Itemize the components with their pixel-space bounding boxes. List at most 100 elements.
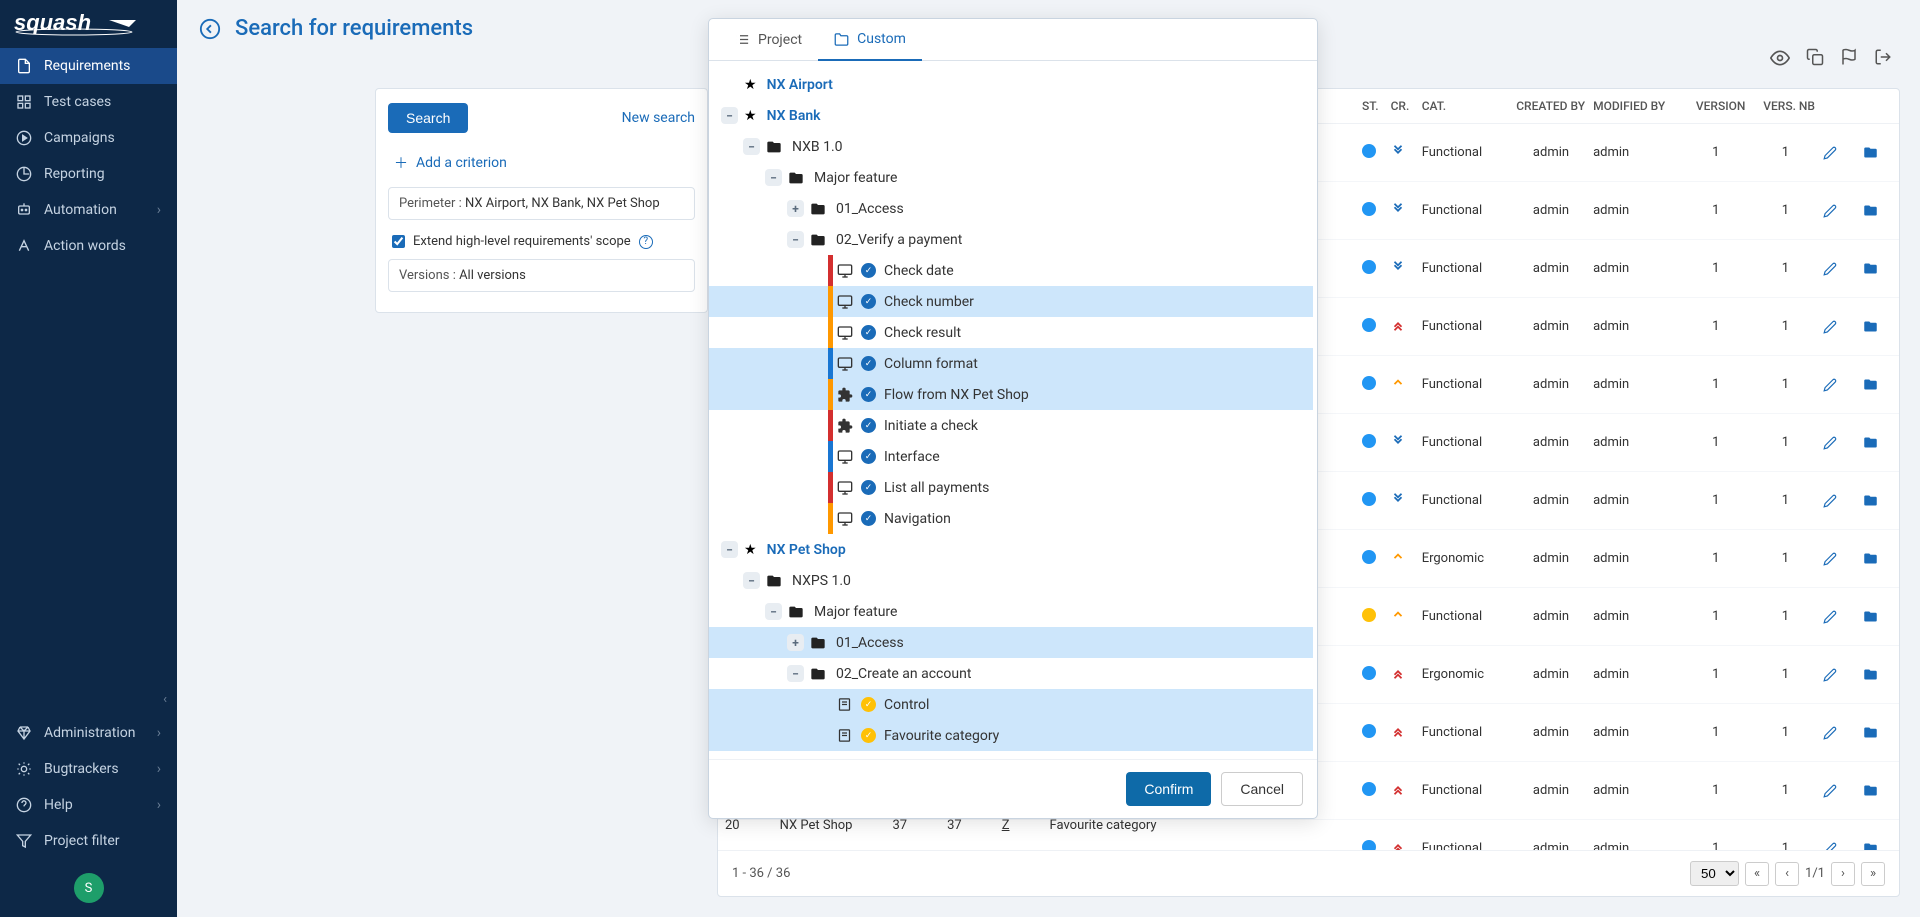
collapse-icon[interactable]: −: [743, 138, 760, 155]
perimeter-criterion[interactable]: Perimeter : NX Airport, NX Bank, NX Pet …: [388, 187, 695, 220]
page-prev[interactable]: ‹: [1775, 862, 1799, 886]
tree-node[interactable]: +01_Access: [709, 193, 1313, 224]
cancel-button[interactable]: Cancel: [1221, 772, 1303, 806]
folder-open-icon[interactable]: [1863, 826, 1895, 850]
expand-icon[interactable]: +: [787, 634, 804, 651]
edit-icon[interactable]: [1823, 189, 1855, 233]
flag-icon[interactable]: [1840, 48, 1858, 68]
tree-node[interactable]: ✓Initiate a check: [709, 410, 1313, 441]
edit-icon[interactable]: [1823, 653, 1855, 697]
col-vers-nb[interactable]: VERS. NB: [1749, 89, 1819, 124]
page-next[interactable]: ›: [1831, 862, 1855, 886]
page-size-select[interactable]: 50: [1690, 861, 1739, 886]
col-version[interactable]: VERSION: [1682, 89, 1749, 124]
folder-open-icon[interactable]: [1863, 594, 1895, 639]
tree-node[interactable]: ✓Interface: [709, 441, 1313, 472]
tree-node[interactable]: ✓Check result: [709, 317, 1313, 348]
collapse-icon[interactable]: −: [721, 107, 738, 124]
collapse-icon[interactable]: −: [721, 541, 738, 558]
nav-action-words[interactable]: Action words: [0, 228, 177, 264]
new-search-link[interactable]: New search: [622, 110, 695, 126]
edit-icon[interactable]: [1823, 247, 1855, 291]
folder-open-icon[interactable]: [1863, 478, 1895, 523]
edit-icon[interactable]: [1823, 305, 1855, 349]
nav-requirements[interactable]: Requirements: [0, 48, 177, 84]
edit-icon[interactable]: [1823, 537, 1855, 581]
tree-node[interactable]: ✓Check number: [709, 286, 1313, 317]
tree-node[interactable]: ✓Column format: [709, 348, 1313, 379]
folder-open-icon[interactable]: [1863, 710, 1895, 755]
export-icon[interactable]: [1874, 48, 1892, 68]
tree-node[interactable]: ★NX Airport: [709, 69, 1313, 100]
page-first[interactable]: «: [1745, 862, 1769, 886]
folder-open-icon[interactable]: [1863, 536, 1895, 581]
collapse-icon[interactable]: −: [743, 572, 760, 589]
edit-icon[interactable]: [1823, 769, 1855, 813]
collapse-icon[interactable]: −: [765, 169, 782, 186]
user-avatar[interactable]: S: [74, 873, 104, 903]
tree-node[interactable]: −02_Create an account: [709, 658, 1313, 689]
tree-node[interactable]: ✓Control: [709, 689, 1313, 720]
tree-node[interactable]: ✓Favourite category: [709, 720, 1313, 751]
edit-icon[interactable]: [1823, 131, 1855, 175]
status-badge: ✓: [861, 480, 876, 495]
versions-criterion[interactable]: Versions : All versions: [388, 259, 695, 292]
tree-node[interactable]: −NXB 1.0: [709, 131, 1313, 162]
nav-help[interactable]: Help›: [0, 787, 177, 823]
edit-icon[interactable]: [1823, 827, 1855, 851]
nav-administration[interactable]: Administration›: [0, 715, 177, 751]
expand-icon[interactable]: +: [787, 200, 804, 217]
help-icon[interactable]: ?: [639, 235, 653, 249]
edit-icon[interactable]: [1823, 595, 1855, 639]
tree-node[interactable]: −NXPS 1.0: [709, 565, 1313, 596]
collapse-icon[interactable]: −: [787, 231, 804, 248]
col-st[interactable]: ST.: [1358, 89, 1387, 124]
folder-open-icon[interactable]: [1863, 652, 1895, 697]
col-cat[interactable]: CAT.: [1418, 89, 1500, 124]
collapse-icon[interactable]: −: [787, 665, 804, 682]
tree-node[interactable]: +01_Access: [709, 627, 1313, 658]
search-button[interactable]: Search: [388, 103, 468, 133]
add-criterion[interactable]: ＋ Add a criterion: [388, 145, 695, 187]
nav-bugtrackers[interactable]: Bugtrackers›: [0, 751, 177, 787]
tree-node[interactable]: ✓Flow from NX Pet Shop: [709, 379, 1313, 410]
col-modified-by[interactable]: MODIFIED BY: [1589, 89, 1682, 124]
status-dot: [1362, 492, 1376, 506]
tree-node[interactable]: −Major feature: [709, 596, 1313, 627]
tree-node[interactable]: −★NX Bank: [709, 100, 1313, 131]
tab-project[interactable]: Project: [719, 19, 818, 60]
visibility-icon[interactable]: [1770, 48, 1790, 68]
tree-node[interactable]: ✓Navigation: [709, 503, 1313, 534]
back-icon[interactable]: [199, 18, 221, 40]
nav-reporting[interactable]: Reporting: [0, 156, 177, 192]
sidebar-collapse[interactable]: ‹: [0, 684, 177, 715]
nav-campaigns[interactable]: Campaigns: [0, 120, 177, 156]
folder-open-icon[interactable]: [1863, 130, 1895, 175]
confirm-button[interactable]: Confirm: [1126, 772, 1211, 806]
nav-automation[interactable]: Automation›: [0, 192, 177, 228]
folder-open-icon[interactable]: [1863, 246, 1895, 291]
edit-icon[interactable]: [1823, 421, 1855, 465]
tree-node[interactable]: −Major feature: [709, 162, 1313, 193]
folder-open-icon[interactable]: [1863, 768, 1895, 813]
col-cr[interactable]: CR.: [1387, 89, 1418, 124]
folder-open-icon[interactable]: [1863, 188, 1895, 233]
edit-icon[interactable]: [1823, 711, 1855, 755]
page-last[interactable]: »: [1861, 862, 1885, 886]
tree-node[interactable]: ✓Check date: [709, 255, 1313, 286]
copy-icon[interactable]: [1806, 48, 1824, 68]
tree-node[interactable]: −★NX Pet Shop: [709, 534, 1313, 565]
edit-icon[interactable]: [1823, 363, 1855, 407]
edit-icon[interactable]: [1823, 479, 1855, 523]
nav-test-cases[interactable]: Test cases: [0, 84, 177, 120]
nav-project-filter[interactable]: Project filter: [0, 823, 177, 859]
folder-open-icon[interactable]: [1863, 420, 1895, 465]
collapse-icon[interactable]: −: [765, 603, 782, 620]
tab-custom[interactable]: Custom: [818, 19, 922, 61]
tree-node[interactable]: −02_Verify a payment: [709, 224, 1313, 255]
folder-open-icon[interactable]: [1863, 362, 1895, 407]
extend-scope-checkbox[interactable]: [392, 235, 405, 248]
col-created-by[interactable]: CREATED BY: [1500, 89, 1590, 124]
folder-open-icon[interactable]: [1863, 304, 1895, 349]
tree-node[interactable]: ✓List all payments: [709, 472, 1313, 503]
